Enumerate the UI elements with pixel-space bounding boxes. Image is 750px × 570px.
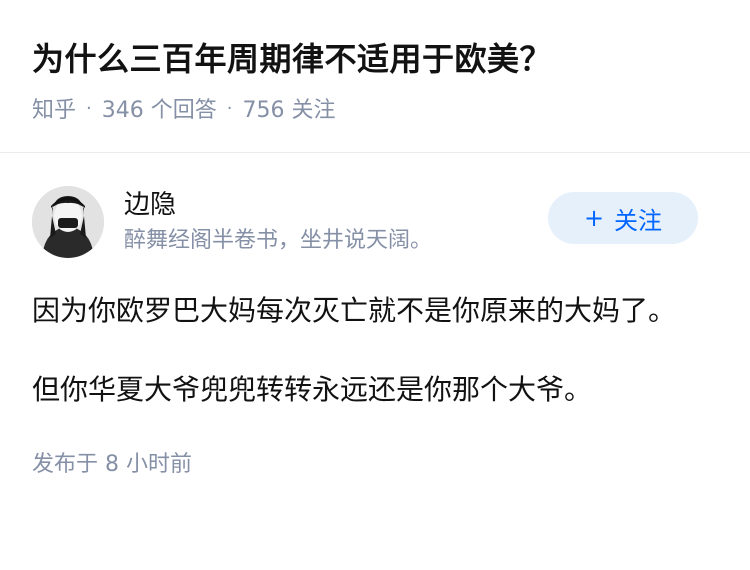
separator-dot: · (226, 97, 233, 119)
question-title[interactable]: 为什么三百年周期律不适用于欧美？ (32, 38, 718, 80)
answer-content[interactable]: 因为你欧罗巴大妈每次灭亡就不是你原来的大妈了。 但你华夏大爷兜兜转转永远还是你那… (32, 288, 718, 413)
answer-count[interactable]: 346 个回答 (102, 92, 217, 124)
author-name[interactable]: 边隐 (124, 188, 432, 222)
follow-button-label: 关注 (614, 206, 663, 235)
author-bio: 醉舞经阁半卷书，坐井说天阔。 (124, 228, 433, 253)
source-label[interactable]: 知乎 (32, 92, 76, 124)
question-header: 为什么三百年周期律不适用于欧美？ 知乎 · 346 个回答 · 756 关注 (0, 0, 750, 123)
divider (0, 152, 750, 153)
answer-card: 边隐 醉舞经阁半卷书，坐井说天阔。 + 关注 因为你欧罗巴大妈每次灭亡就不是你原… (0, 186, 750, 478)
answer-paragraph: 因为你欧罗巴大妈每次灭亡就不是你原来的大妈了。 (32, 294, 677, 327)
answer-paragraph: 但你华夏大爷兜兜转转永远还是你那个大爷。 (32, 373, 593, 406)
published-time: 发布于 8 小时前 (32, 452, 192, 477)
follow-button[interactable]: + 关注 (548, 192, 698, 244)
separator-dot: · (86, 97, 92, 119)
author-info: 边隐 醉舞经阁半卷书，坐井说天阔。 (124, 188, 432, 256)
follow-count: 756 关注 (242, 98, 336, 123)
author-row: 边隐 醉舞经阁半卷书，坐井说天阔。 + 关注 (32, 186, 718, 258)
avatar-icon[interactable] (32, 186, 104, 258)
question-meta: 知乎 · 346 个回答 · 756 关注 (32, 92, 718, 124)
plus-icon: + (583, 204, 605, 232)
